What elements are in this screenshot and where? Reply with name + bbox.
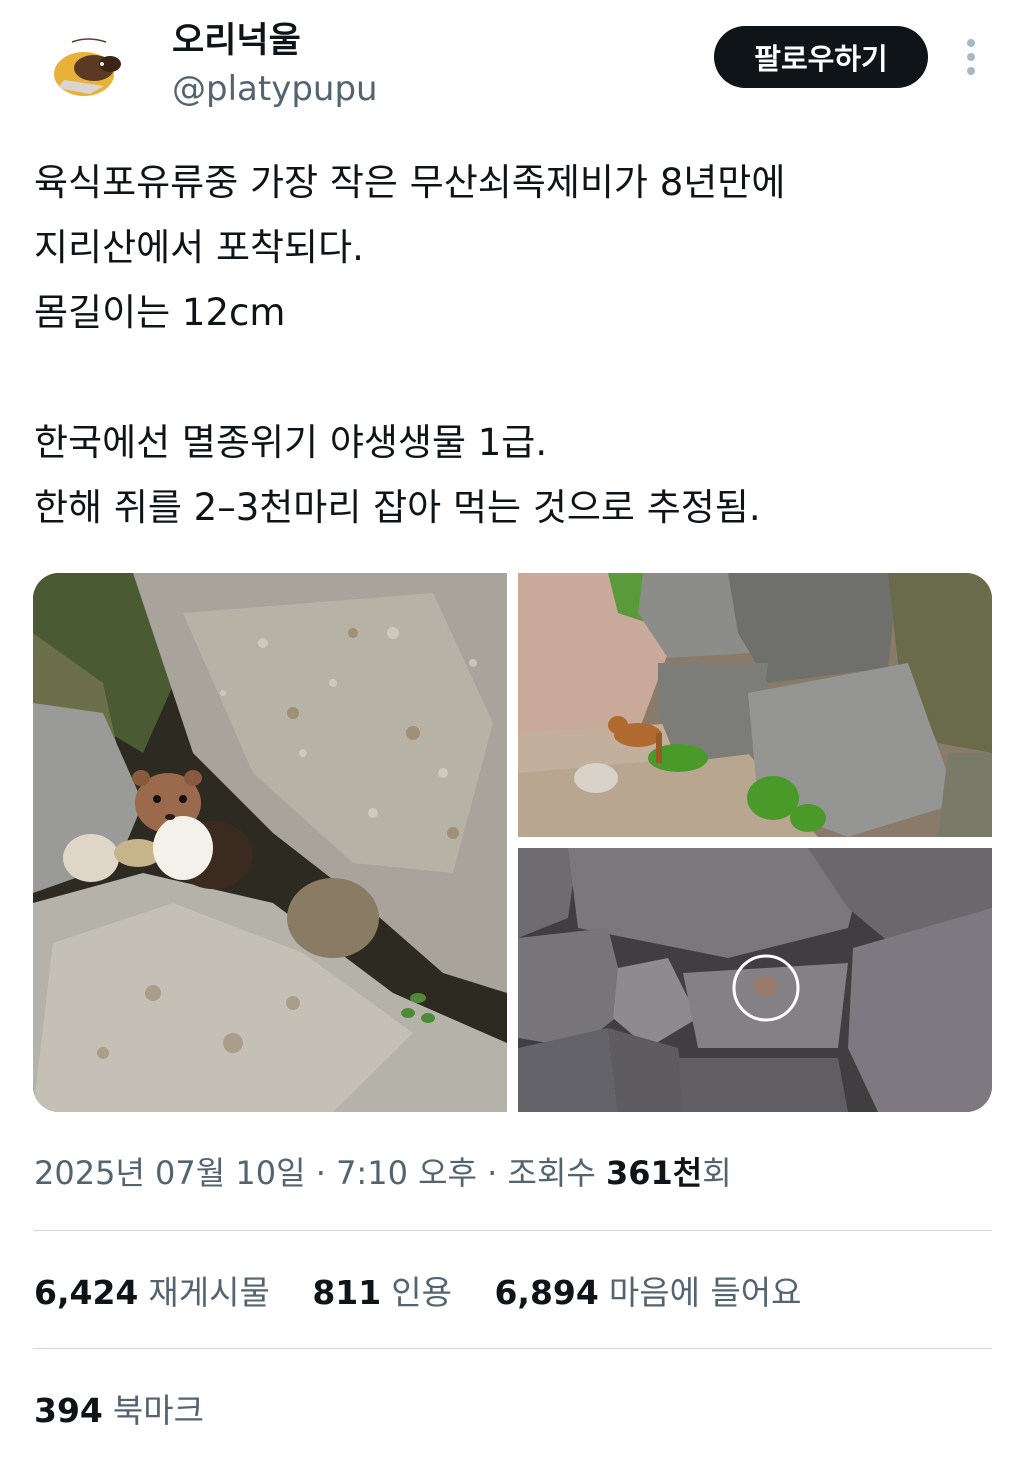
more-options-button[interactable]	[950, 36, 992, 78]
photo-weasel-rocks	[33, 573, 507, 1112]
media-grid	[33, 573, 992, 1112]
retweets-stat[interactable]: 6,424 재게시물	[34, 1270, 270, 1316]
more-vertical-icon	[967, 39, 975, 75]
engagement-stats: 6,424 재게시물 811 인용 6,894 마음에 들어요	[34, 1270, 834, 1316]
quotes-count: 811	[312, 1273, 382, 1312]
photo-weasel-path	[518, 573, 992, 837]
views-label: 조회수	[507, 1154, 596, 1192]
media-photo-weasel-wall[interactable]	[518, 848, 992, 1112]
quotes-label: 인용	[391, 1273, 452, 1312]
tweet-line: 한해 쥐를 2–3천마리 잡아 먹는 것으로 추정됨.	[34, 486, 761, 529]
divider	[33, 1348, 992, 1349]
retweets-count: 6,424	[34, 1273, 139, 1312]
meta-separator: ·	[487, 1154, 498, 1192]
tweet-text: 육식포유류중 가장 작은 무산쇠족제비가 8년만에 지리산에서 포착되다. 몸길…	[34, 150, 990, 540]
tweet-time[interactable]: 7:10 오후	[336, 1154, 477, 1192]
tweet-date[interactable]: 2025년 07월 10일	[34, 1154, 306, 1192]
bookmarks-stat[interactable]: 394 북마크	[34, 1388, 204, 1434]
tweet-line: 지리산에서 포착되다.	[34, 226, 364, 269]
follow-button[interactable]: 팔로우하기	[714, 26, 928, 88]
views-suffix: 회	[702, 1154, 732, 1192]
tweet-line: 한국에선 멸종위기 야생생물 1급.	[34, 421, 548, 464]
quotes-stat[interactable]: 811 인용	[312, 1270, 452, 1316]
likes-stat[interactable]: 6,894 마음에 들어요	[494, 1270, 801, 1316]
likes-label: 마음에 들어요	[608, 1273, 802, 1312]
views-count: 361천	[606, 1154, 703, 1192]
media-photo-weasel-path[interactable]	[518, 573, 992, 837]
bookmarks-label: 북마크	[112, 1391, 204, 1430]
tweet-line: 육식포유류중 가장 작은 무산쇠족제비가 8년만에	[34, 161, 786, 204]
platypus-avatar-icon	[50, 24, 126, 100]
author-handle[interactable]: @platypupu	[172, 66, 378, 112]
tweet-meta: 2025년 07월 10일 · 7:10 오후 · 조회수 361천회	[34, 1150, 732, 1196]
tweet-line	[34, 345, 990, 410]
retweets-label: 재게시물	[148, 1273, 270, 1312]
author-avatar[interactable]	[50, 24, 126, 100]
media-photo-weasel-rocks[interactable]	[33, 573, 507, 1112]
tweet-line: 몸길이는 12cm	[34, 291, 286, 334]
bookmarks-count: 394	[34, 1391, 103, 1430]
photo-weasel-wall	[518, 848, 992, 1112]
divider	[33, 1230, 992, 1231]
author-display-name[interactable]: 오리넉울	[172, 18, 301, 64]
likes-count: 6,894	[494, 1273, 599, 1312]
meta-separator: ·	[315, 1154, 326, 1192]
